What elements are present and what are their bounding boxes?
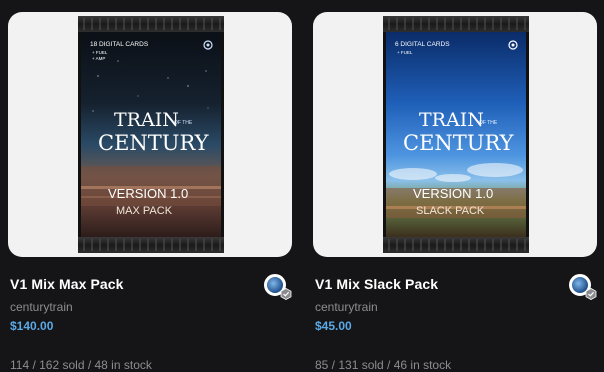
creator-name[interactable]: centurytrain	[315, 300, 378, 314]
pack-logo-small: OF THE	[174, 120, 193, 126]
pack-logo-top: TRAIN	[114, 109, 179, 131]
pack-cards-line: 6 DIGITAL CARDS	[395, 41, 450, 48]
pack-version: VERSION 1.0	[413, 186, 493, 201]
product-title[interactable]: V1 Mix Max Pack	[10, 276, 124, 292]
card-pack-image: 6 DIGITAL CARDS + FUEL TRAIN OF THE CENT…	[383, 16, 529, 253]
creator-avatar-icon[interactable]	[569, 274, 597, 300]
product-price: $45.00	[315, 319, 352, 333]
creator-avatar-icon[interactable]	[264, 274, 292, 300]
card-pack-image: 18 DIGITAL CARDS + FUEL + AMP TRAIN OF T…	[78, 16, 224, 253]
product-image[interactable]: 18 DIGITAL CARDS + FUEL + AMP TRAIN OF T…	[8, 12, 292, 257]
product-card[interactable]: 6 DIGITAL CARDS + FUEL TRAIN OF THE CENT…	[313, 0, 597, 372]
pack-extra-line: + FUEL	[92, 50, 108, 55]
pack-name: MAX PACK	[116, 205, 173, 217]
pack-logo-small: OF THE	[479, 120, 498, 126]
pack-logo-top: TRAIN	[419, 109, 484, 131]
pack-extra-line: + FUEL	[397, 50, 413, 55]
product-title[interactable]: V1 Mix Slack Pack	[315, 276, 438, 292]
verified-badge-icon	[585, 288, 597, 300]
pack-logo-bottom: CENTURY	[403, 131, 515, 155]
stock-status: 114 / 162 sold / 48 in stock	[10, 358, 152, 372]
stock-status: 85 / 131 sold / 46 in stock	[315, 358, 452, 372]
pack-logo-bottom: CENTURY	[98, 131, 210, 155]
creator-name[interactable]: centurytrain	[10, 300, 73, 314]
product-grid: 18 DIGITAL CARDS + FUEL + AMP TRAIN OF T…	[0, 0, 604, 372]
product-card[interactable]: 18 DIGITAL CARDS + FUEL + AMP TRAIN OF T…	[8, 0, 292, 372]
product-image[interactable]: 6 DIGITAL CARDS + FUEL TRAIN OF THE CENT…	[313, 12, 597, 257]
pack-name: SLACK PACK	[416, 205, 485, 217]
verified-badge-icon	[280, 288, 292, 300]
pack-version: VERSION 1.0	[108, 186, 188, 201]
pack-cards-line: 18 DIGITAL CARDS	[90, 41, 149, 48]
product-price: $140.00	[10, 319, 54, 333]
pack-extra-line: + AMP	[92, 56, 105, 61]
